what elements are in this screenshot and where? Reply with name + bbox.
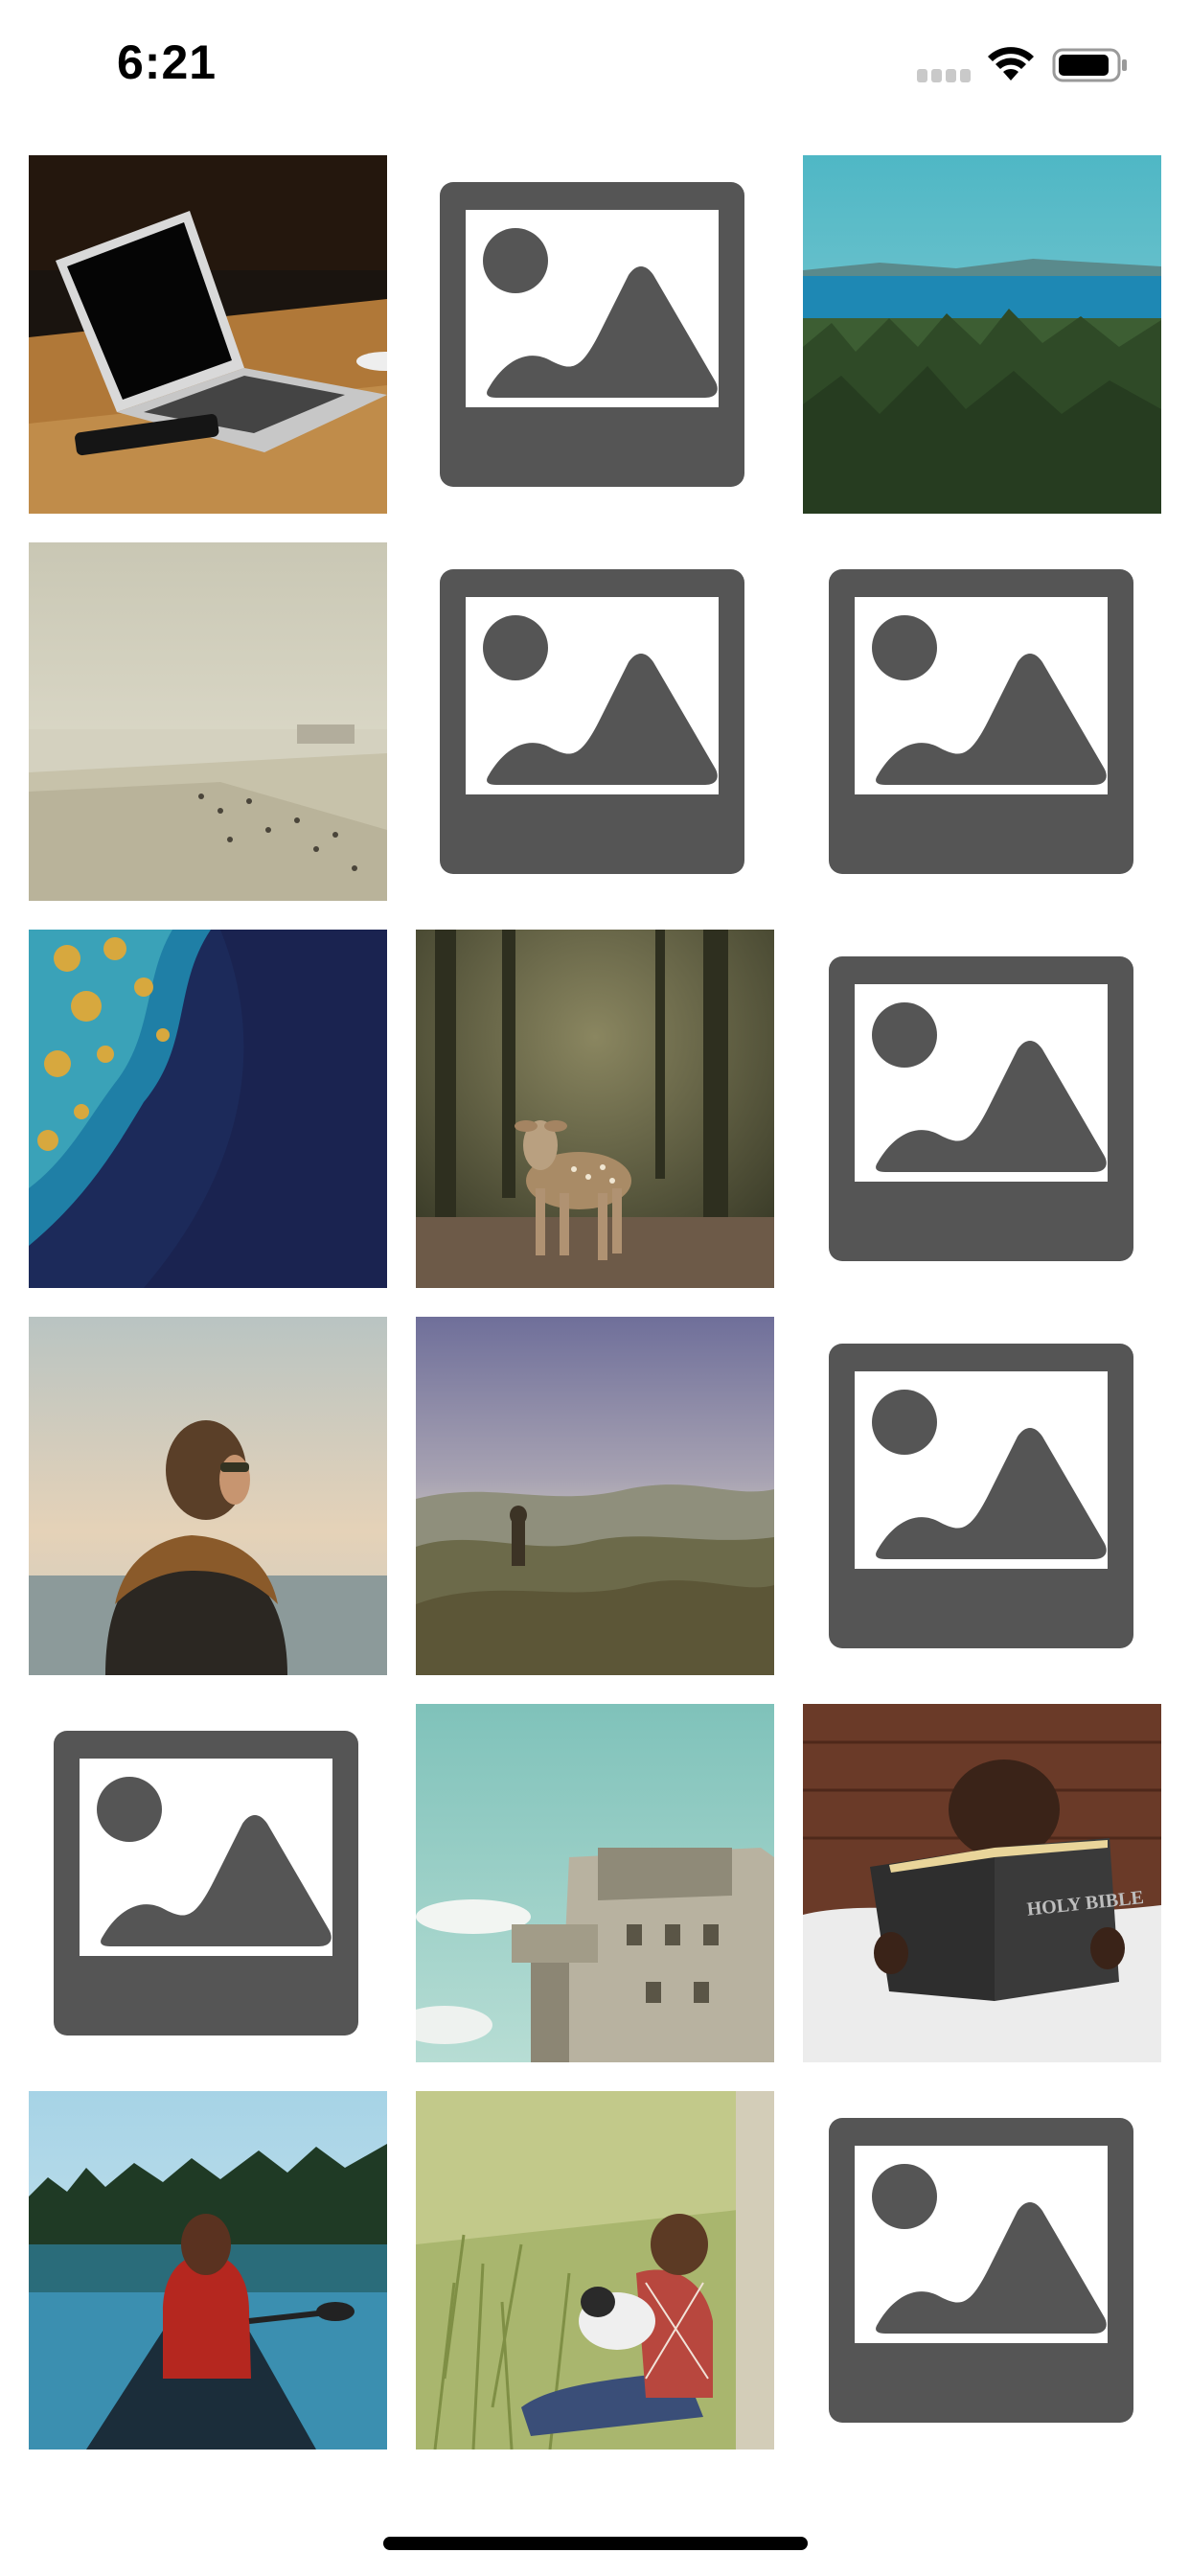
photo-tile-lake-forest[interactable]: [803, 155, 1161, 514]
photo-tile-misty-cliff[interactable]: [416, 1317, 774, 1675]
image-placeholder-icon[interactable]: [437, 179, 747, 490]
image-placeholder-icon[interactable]: [826, 954, 1136, 1264]
photo-tile-laptop[interactable]: [29, 155, 387, 514]
home-indicator[interactable]: [383, 2537, 808, 2550]
photo-tile-foggy-beach[interactable]: [29, 542, 387, 901]
photo-tile-man-with-dog[interactable]: [416, 2091, 774, 2450]
image-placeholder-icon[interactable]: [826, 2115, 1136, 2426]
photo-tile-aerial-ocean[interactable]: [29, 930, 387, 1288]
image-placeholder-icon[interactable]: [51, 1728, 361, 2038]
photo-grid: HOLY BIBLE: [0, 0, 1190, 2576]
photo-tile-woman-canoe[interactable]: [29, 2091, 387, 2450]
image-placeholder-icon[interactable]: [826, 566, 1136, 877]
photo-tile-boy-reading[interactable]: HOLY BIBLE: [803, 1704, 1161, 2062]
photo-tile-concrete-bunker[interactable]: [416, 1704, 774, 2062]
photo-tile-woman-by-sea[interactable]: [29, 1317, 387, 1675]
image-placeholder-icon[interactable]: [437, 566, 747, 877]
photo-tile-deer[interactable]: [416, 930, 774, 1288]
image-placeholder-icon[interactable]: [826, 1341, 1136, 1651]
